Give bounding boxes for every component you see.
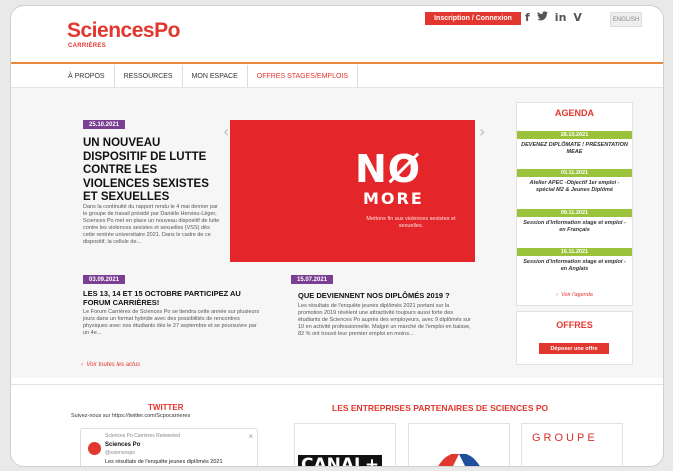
offres-title: OFFRES: [556, 320, 593, 330]
canal-logo: CANAL+: [298, 455, 383, 466]
slider-image[interactable]: [230, 120, 475, 262]
tweet-text: Les résultats de l'enquête jeunes diplôm…: [105, 459, 223, 465]
avatar: [88, 442, 101, 455]
partners-title: LES ENTREPRISES PARTENAIRES DE SCIENCES …: [332, 403, 549, 413]
agenda-panel: AGENDA 28.10.2021 DEVENEZ DIPLÔMATE ! PR…: [516, 102, 633, 306]
slide-headline: NØ: [355, 147, 422, 191]
twitter-follow-text[interactable]: Suivez-nous sur https://twitter.com/Scpo…: [71, 413, 190, 419]
news-title[interactable]: LES 13, 14 ET 15 OCTOBRE PARTICIPEZ AU F…: [83, 289, 263, 307]
news-date-badge: 15.07.2021: [291, 275, 334, 284]
slide-headline-2: MORE: [363, 189, 424, 208]
featured-date-badge: 25.10.2021: [83, 120, 126, 129]
linkedin-icon[interactable]: in: [555, 11, 567, 24]
twitter-title: TWITTER: [148, 403, 184, 412]
featured-body: Dans la continuité du rapport rendu le 4…: [83, 204, 220, 245]
social-links: f in V: [525, 11, 582, 24]
news-body: Les résultats de l'enquête jeunes diplôm…: [298, 303, 471, 337]
event-date: 09.11.2021: [517, 209, 632, 217]
vimeo-icon[interactable]: V: [573, 11, 582, 24]
nav-item-offres[interactable]: OFFRES STAGES/EMPLOIS: [247, 65, 359, 89]
logo-subtitle: CARRIÈRES: [68, 43, 107, 49]
event-title[interactable]: Session d'information stage et emploi - …: [521, 259, 628, 273]
see-all-news-label: Voir toutes les actus: [86, 362, 141, 368]
see-agenda-link[interactable]: › Voir l'agenda: [517, 292, 632, 298]
event-date: 03.11.2021: [517, 169, 632, 177]
event-date: 16.11.2021: [517, 248, 632, 256]
partner-logo-groupe[interactable]: [521, 423, 623, 466]
offres-panel: OFFRES Déposer une offre: [516, 311, 633, 365]
logo[interactable]: SciencesPo: [67, 19, 180, 43]
partner-logo-carrefour[interactable]: [408, 423, 510, 466]
event-title[interactable]: Atelier APEC -Objectif 1er emploi - spéc…: [521, 180, 628, 194]
tweet-handle: @sciencespo: [105, 450, 136, 456]
featured-title[interactable]: UN NOUVEAU DISPOSITIF DE LUTTE CONTRE LE…: [83, 137, 223, 205]
slider-prev-icon[interactable]: ‹: [223, 122, 229, 141]
close-icon[interactable]: ×: [248, 432, 253, 441]
nav-item-a-propos[interactable]: À PROPOS: [59, 65, 115, 87]
event-title[interactable]: DEVENEZ DIPLÔMATE ! PRÉSENTATION MEAE: [521, 142, 628, 156]
see-all-news-link[interactable]: › Voir toutes les actus: [81, 362, 140, 368]
news-body: Le Forum Carrières de Sciences Po se tie…: [83, 309, 260, 336]
post-offer-button[interactable]: Déposer une offre: [539, 343, 609, 354]
header-divider: [11, 62, 663, 64]
news-title[interactable]: QUE DEVIENNENT NOS DIPLÔMÉS 2019 ?: [298, 291, 473, 300]
carrefour-logo-icon: [438, 453, 480, 466]
page: SciencesPo CARRIÈRES Inscription / Conne…: [10, 5, 664, 467]
see-agenda-label: Voir l'agenda: [561, 292, 593, 298]
tweet-author[interactable]: Sciences Po: [105, 442, 140, 448]
news-date-badge: 03.09.2021: [83, 275, 126, 284]
nav-item-ressources[interactable]: RESSOURCES: [115, 65, 183, 87]
slider-next-icon[interactable]: ›: [479, 122, 485, 141]
header: SciencesPo CARRIÈRES Inscription / Conne…: [11, 6, 663, 62]
language-button[interactable]: ENGLISH: [610, 12, 642, 27]
section-divider: [11, 384, 663, 385]
main-nav: À PROPOS RESSOURCES MON ESPACE OFFRES ST…: [59, 65, 359, 89]
slide-caption: Mettons fin aux violences sexistes et se…: [366, 216, 456, 229]
twitter-icon[interactable]: [536, 11, 548, 24]
event-date: 28.10.2021: [517, 131, 632, 139]
tweet-card[interactable]: Sciences Po Carrières Retweeted × Scienc…: [80, 428, 258, 466]
facebook-icon[interactable]: f: [525, 11, 530, 24]
retweet-label: Sciences Po Carrières Retweeted: [105, 433, 181, 439]
agenda-title: AGENDA: [554, 108, 594, 118]
event-title[interactable]: Session d'information stage et emploi - …: [521, 220, 628, 234]
groupe-logo: GROUPE: [532, 432, 598, 444]
nav-item-mon-espace[interactable]: MON ESPACE: [183, 65, 248, 87]
login-button[interactable]: Inscription / Connexion: [425, 12, 521, 25]
